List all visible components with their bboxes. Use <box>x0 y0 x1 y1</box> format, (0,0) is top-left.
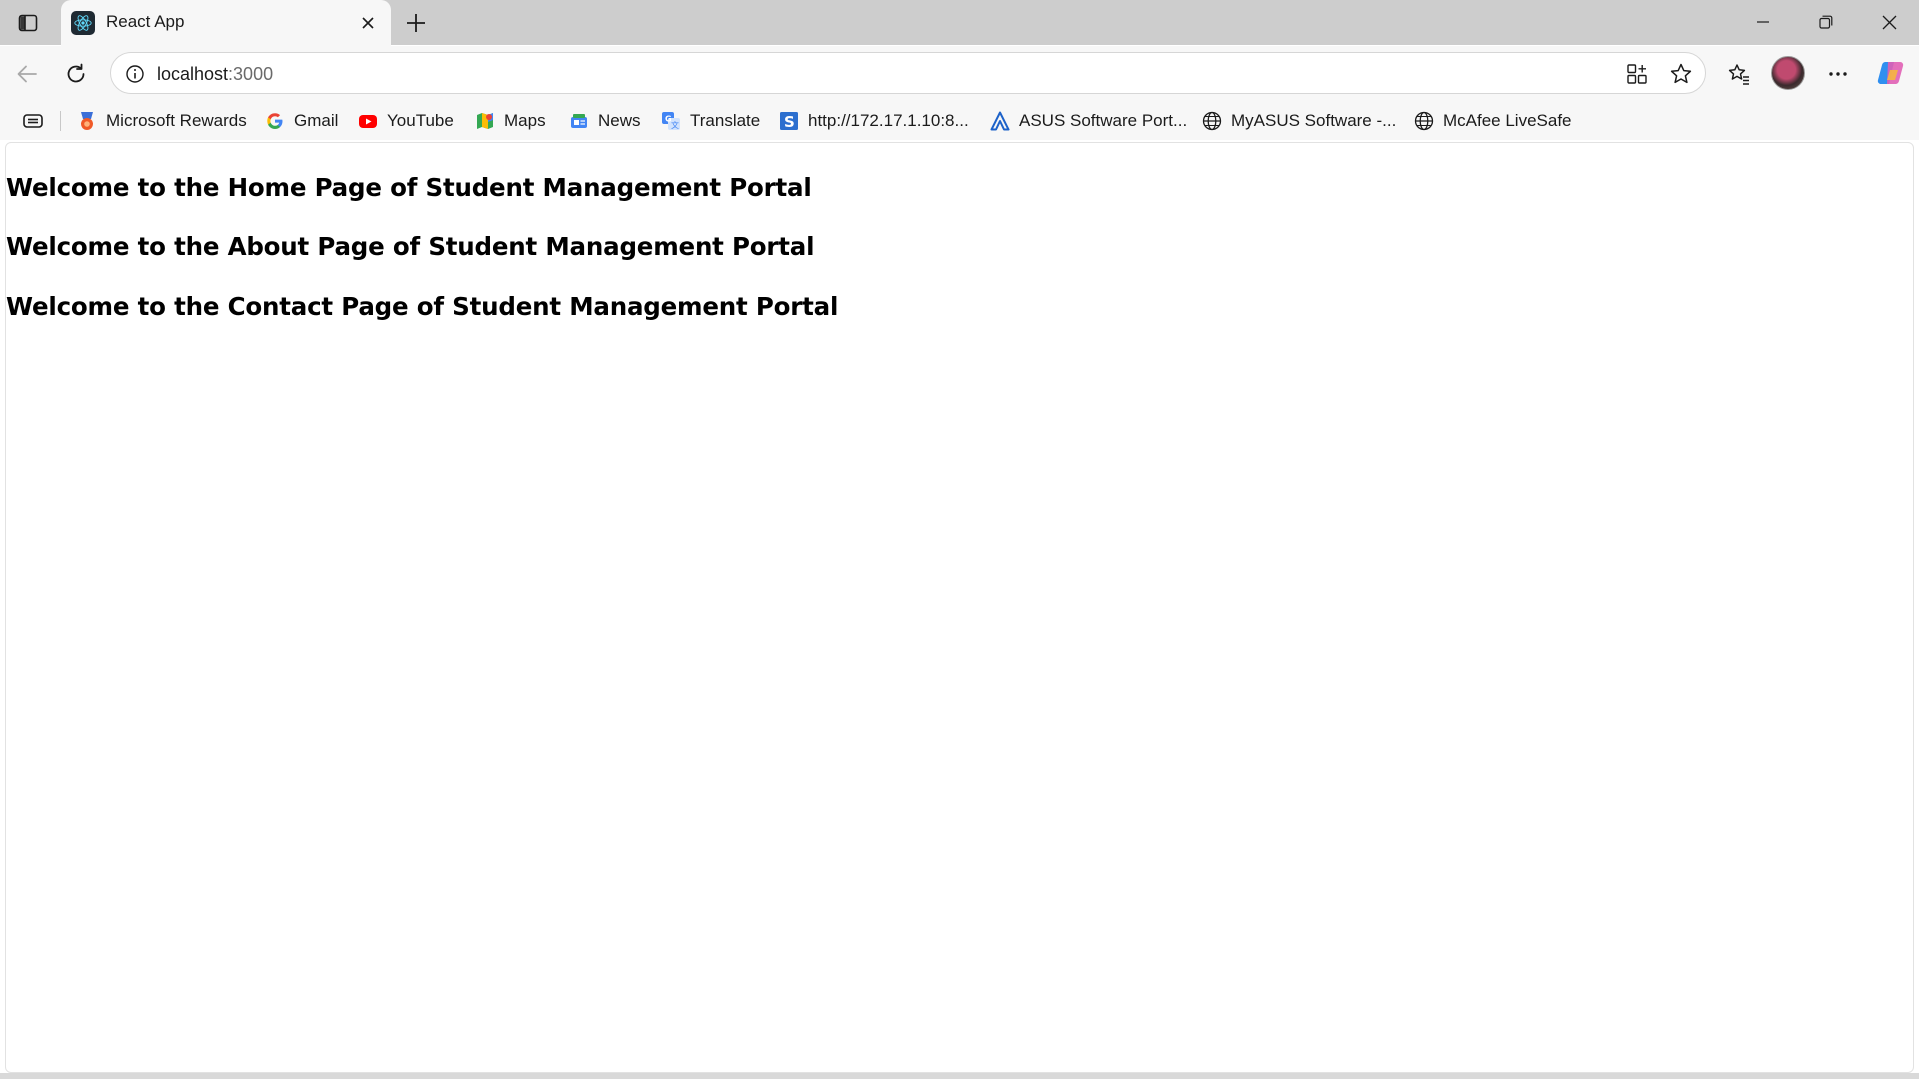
new-tab-button[interactable] <box>401 8 431 38</box>
favorites-icon <box>1728 64 1749 85</box>
svg-text:S: S <box>784 113 795 131</box>
globe-icon <box>1414 111 1434 131</box>
bookmark-label: http://172.17.1.10:8... <box>808 111 969 130</box>
address-bar[interactable]: localhost:3000 <box>110 52 1706 94</box>
copilot-icon <box>1877 61 1904 85</box>
site-info-button[interactable] <box>123 62 147 86</box>
bookmark-translate[interactable]: G文 Translate <box>661 108 760 134</box>
bookmark-label: Maps <box>504 111 546 130</box>
rewards-icon <box>77 111 97 131</box>
about-page-heading: Welcome to the About Page of Student Man… <box>6 232 815 261</box>
arrow-left-icon <box>17 65 37 83</box>
copilot-button[interactable] <box>1876 58 1906 88</box>
tab-actions-button[interactable] <box>14 9 42 37</box>
window-bottom-edge <box>0 1073 1919 1079</box>
bookmark-youtube[interactable]: YouTube <box>358 108 454 134</box>
settings-and-more-button[interactable] <box>1820 56 1856 92</box>
apps-add-icon <box>1627 64 1647 84</box>
minimize-icon <box>1757 21 1769 23</box>
info-icon <box>126 65 144 83</box>
back-button[interactable] <box>9 56 45 92</box>
bookmark-asus-software-portal[interactable]: ASUS Software Port... <box>990 108 1187 134</box>
tab-strip: React App <box>0 0 1919 46</box>
bookmark-microsoft-rewards[interactable]: Microsoft Rewards <box>77 108 247 134</box>
page-viewport: Welcome to the Home Page of Student Mana… <box>5 142 1914 1073</box>
close-window-button[interactable] <box>1859 0 1919 44</box>
tab-title: React App <box>106 12 185 31</box>
restore-button[interactable] <box>1796 0 1856 44</box>
favorite-page-button[interactable] <box>1668 61 1694 87</box>
navigation-toolbar: localhost:3000 <box>0 46 1919 102</box>
bookmark-news[interactable]: News <box>569 108 641 134</box>
plus-icon <box>407 14 425 32</box>
bookmark-label: Microsoft Rewards <box>106 111 247 130</box>
bookmark-gmail[interactable]: Gmail <box>265 108 338 134</box>
bookmark-label: YouTube <box>387 111 454 130</box>
star-icon <box>1670 63 1692 84</box>
url-host: localhost <box>157 64 229 84</box>
url-text[interactable]: localhost:3000 <box>157 64 273 85</box>
tab-close-button[interactable] <box>356 11 380 35</box>
google-icon <box>265 111 285 131</box>
restore-icon <box>1819 15 1833 29</box>
refresh-icon <box>67 63 85 83</box>
s-icon: S <box>779 111 799 131</box>
close-icon <box>1882 15 1896 29</box>
bookmark-label: MyASUS Software -... <box>1231 111 1397 130</box>
react-icon <box>71 11 95 35</box>
collections-button[interactable] <box>20 110 46 132</box>
home-page-heading: Welcome to the Home Page of Student Mana… <box>6 173 812 202</box>
favorites-bar: Microsoft Rewards Gmail YouTube Maps New… <box>0 102 1919 140</box>
youtube-icon <box>358 111 378 131</box>
close-icon <box>362 17 374 29</box>
bookmark-label: ASUS Software Port... <box>1019 111 1188 130</box>
bookmark-label: McAfee LiveSafe <box>1443 111 1572 130</box>
url-port: :3000 <box>228 64 274 84</box>
bookmark-mcafee-livesafe[interactable]: McAfee LiveSafe <box>1414 108 1572 134</box>
refresh-button[interactable] <box>58 56 94 92</box>
browser-window: React App localhost:3000 Microsoft Rewar… <box>0 0 1919 1079</box>
collections-icon <box>23 114 43 128</box>
sidebar-panel-icon <box>18 14 38 32</box>
bookmark-local-server[interactable]: S http://172.17.1.10:8... <box>779 108 969 134</box>
news-icon <box>569 111 589 131</box>
app-available-button[interactable] <box>1624 61 1650 87</box>
asus-icon <box>990 111 1010 131</box>
bookmark-label: Translate <box>690 111 761 130</box>
tab-react-app[interactable]: React App <box>61 0 391 46</box>
more-horizontal-icon <box>1829 72 1847 76</box>
minimize-button[interactable] <box>1733 0 1793 44</box>
translate-icon: G文 <box>661 111 681 131</box>
svg-text:文: 文 <box>671 120 679 130</box>
bookmark-label: News <box>598 111 641 130</box>
bookmark-myasus-software[interactable]: MyASUS Software -... <box>1202 108 1396 134</box>
profile-avatar[interactable] <box>1771 56 1805 90</box>
bookmark-maps[interactable]: Maps <box>475 108 546 134</box>
favorites-button[interactable] <box>1721 56 1757 92</box>
maps-icon <box>475 111 495 131</box>
favorites-divider <box>60 111 61 131</box>
contact-page-heading: Welcome to the Contact Page of Student M… <box>6 292 839 321</box>
bookmark-label: Gmail <box>294 111 339 130</box>
globe-icon <box>1202 111 1222 131</box>
